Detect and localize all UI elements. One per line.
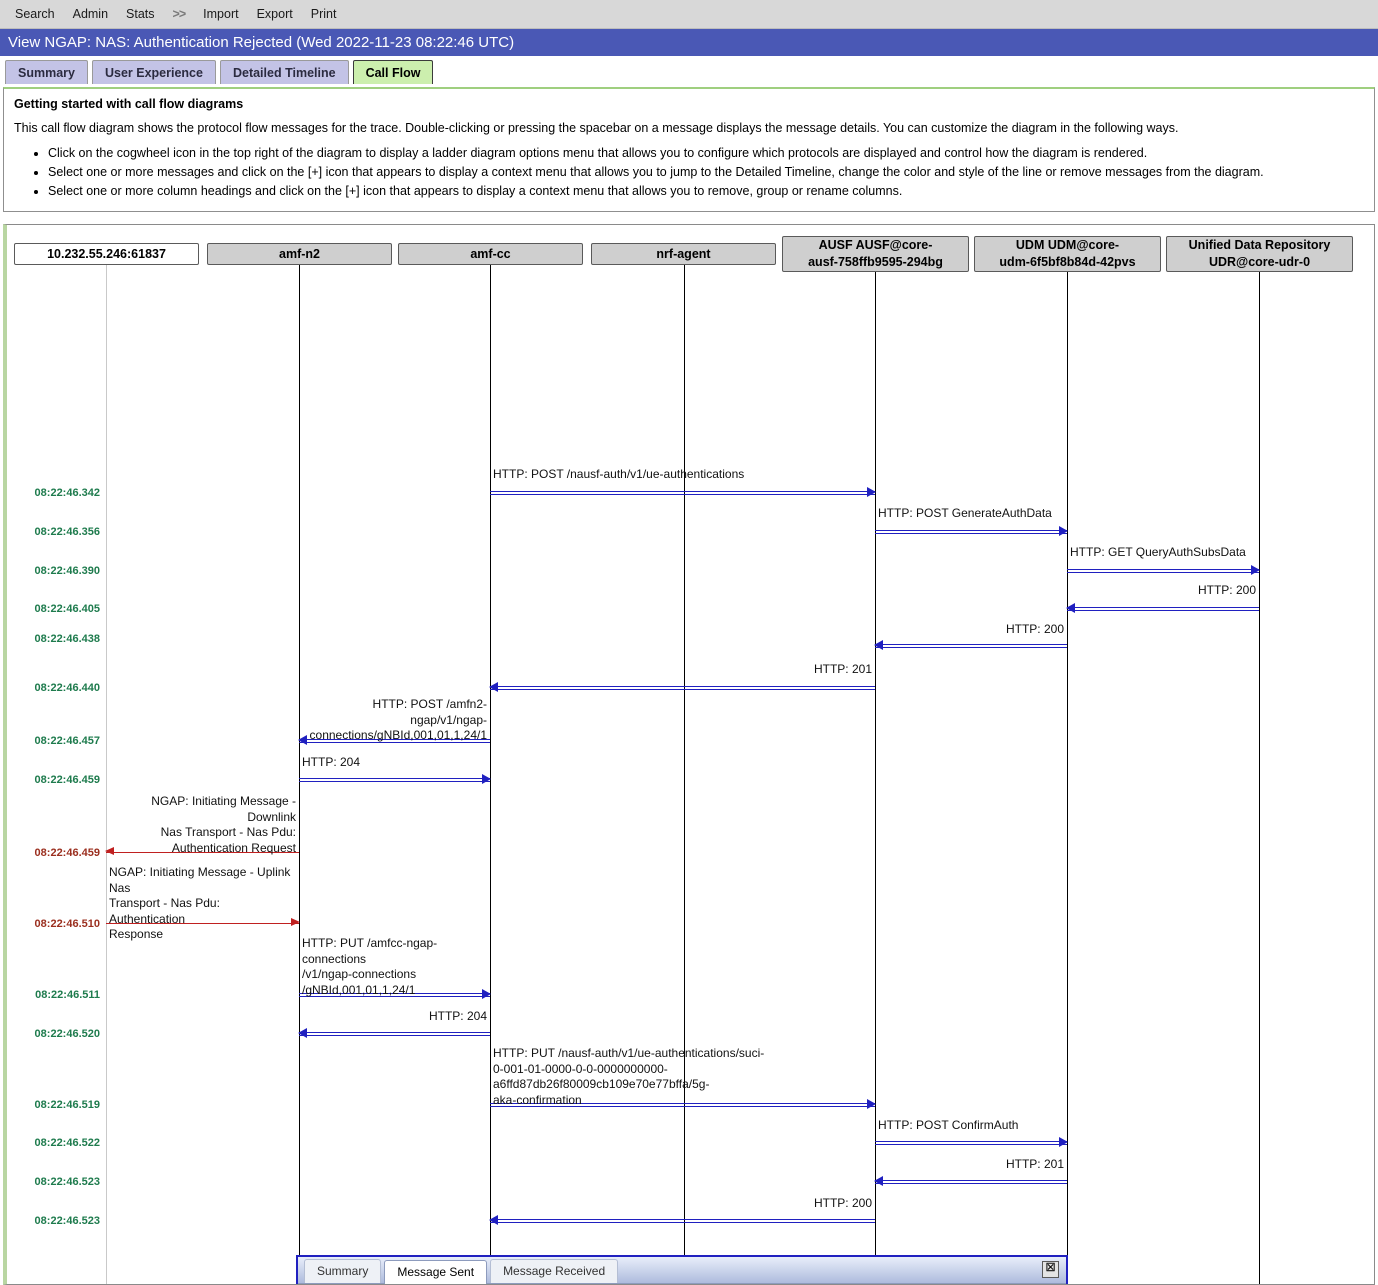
column-header-udr[interactable]: Unified Data Repository UDR@core-udr-0 [1166,236,1353,272]
message-label[interactable]: HTTP: PUT /amfcc-ngap-connections /v1/ng… [302,936,487,998]
help-intro: This call flow diagram shows the protoco… [14,121,1179,135]
message-label[interactable]: HTTP: PUT /nausf-auth/v1/ue-authenticati… [493,1046,872,1108]
menu-overflow-icon[interactable]: >> [164,5,195,23]
message-label[interactable]: HTTP: 204 [302,1009,487,1025]
message-arrow[interactable] [1066,603,1259,613]
message-arrow[interactable] [298,1028,490,1038]
menu-item-admin[interactable]: Admin [64,5,117,23]
message-arrow[interactable] [874,640,1067,650]
lifeline-nrf [684,265,685,1284]
column-header-nrf[interactable]: nrf-agent [591,243,776,265]
timestamp-label: 08:22:46.390 [34,565,100,577]
page-title-bar: View NGAP: NAS: Authentication Rejected … [0,29,1378,56]
detail-tab-message-received[interactable]: Message Received [490,1259,619,1283]
menu-item-import[interactable]: Import [194,5,247,23]
message-label[interactable]: NGAP: Initiating Message - Downlink Nas … [109,794,296,856]
column-header-cc[interactable]: amf-cc [398,243,583,265]
page-title: View NGAP: NAS: Authentication Rejected … [8,34,515,51]
message-arrow[interactable] [875,526,1068,536]
lifeline-udr [1259,272,1260,1284]
tab-detailed-timeline[interactable]: Detailed Timeline [219,60,349,84]
timestamp-label: 08:22:46.523 [34,1176,100,1188]
column-header-label: udm-6f5bf8b84d-42pvs [999,255,1136,269]
column-header-label: 10.232.55.246:61837 [47,246,166,261]
detail-tab-summary[interactable]: Summary [304,1259,382,1283]
message-label[interactable]: HTTP: POST /nausf-auth/v1/ue-authenticat… [493,467,872,483]
message-label[interactable]: HTTP: 200 [1070,583,1256,599]
timestamp-label: 08:22:46.522 [34,1137,100,1149]
column-header-label: UDR@core-udr-0 [1208,255,1311,269]
column-header-label: ausf-758ffb9595-294bg [808,255,943,269]
timestamp-label: 08:22:46.342 [34,487,100,499]
tab-call-flow[interactable]: Call Flow [352,60,434,84]
lifeline-ue [106,265,107,1284]
menu-item-stats[interactable]: Stats [117,5,164,23]
message-arrow[interactable] [874,1176,1067,1186]
column-header-label: UDM UDM@core- [1015,238,1120,252]
message-arrow[interactable] [489,1215,875,1225]
message-label[interactable]: HTTP: POST ConfirmAuth [878,1118,1064,1134]
menu-item-print[interactable]: Print [302,5,346,23]
help-heading: Getting started with call flow diagrams [14,97,244,111]
column-header-label: amf-n2 [279,246,320,261]
message-label[interactable]: HTTP: GET QueryAuthSubsData [1070,545,1256,561]
timestamp-label: 08:22:46.459 [34,847,100,859]
lifeline-udm [1067,272,1068,1284]
column-header-label: amf-cc [470,246,511,261]
timestamp-label: 08:22:46.520 [34,1028,100,1040]
message-label[interactable]: NGAP: Initiating Message - Uplink Nas Tr… [109,865,296,943]
ladder-diagram[interactable]: 10.232.55.246:61837 amf-n2 amf-cc nrf-agent… [7,225,1374,1284]
tab-summary[interactable]: Summary [5,60,88,84]
message-detail-panel[interactable]: Summary Message Sent Message Received ☒ … [296,1255,1068,1284]
timestamp-label: 08:22:46.523 [34,1215,100,1227]
menu-item-search[interactable]: Search [6,5,64,23]
message-arrow[interactable] [489,682,875,692]
help-bullet-list: Click on the cogwheel icon in the top ri… [14,144,1364,201]
message-label[interactable]: HTTP: 204 [302,755,487,771]
help-bullet: Select one or more messages and click on… [48,163,1364,182]
message-label[interactable]: HTTP: POST GenerateAuthData [878,506,1064,522]
column-header-ausf[interactable]: AUSF AUSF@core-ausf-758ffb9595-294bg [782,236,969,272]
detail-tab-message-sent[interactable]: Message Sent [384,1260,488,1284]
message-label[interactable]: HTTP: 201 [493,662,872,678]
timestamp-label: 08:22:46.405 [34,603,100,615]
tab-bar: Summary User Experience Detailed Timelin… [0,56,1378,85]
message-arrow[interactable] [490,487,876,497]
column-header-label: Unified Data Repository [1188,238,1331,252]
timestamp-label: 08:22:46.519 [34,1099,100,1111]
timestamp-label: 08:22:46.459 [34,774,100,786]
message-arrow[interactable] [299,774,491,784]
getting-started-panel: Getting started with call flow diagrams … [3,87,1375,212]
detail-tab-bar: Summary Message Sent Message Received ☒ [298,1257,1066,1284]
close-icon[interactable]: ☒ [1042,1261,1059,1278]
column-header-ue[interactable]: 10.232.55.246:61837 [14,243,199,265]
lifeline-ausf [875,272,876,1284]
message-label[interactable]: HTTP: 200 [878,622,1064,638]
help-bullet: Select one or more column headings and c… [48,182,1364,201]
column-header-label: nrf-agent [656,246,711,261]
column-header-n2[interactable]: amf-n2 [207,243,392,265]
call-flow-diagram-container[interactable]: 10.232.55.246:61837 amf-n2 amf-cc nrf-agent… [3,224,1375,1285]
column-header-label: AUSF AUSF@core- [818,238,933,252]
lifeline-n2 [299,265,300,1284]
timestamp-label: 08:22:46.440 [34,682,100,694]
message-label[interactable]: HTTP: 201 [878,1157,1064,1173]
timestamp-label: 08:22:46.457 [34,735,100,747]
message-arrow[interactable] [1067,565,1260,575]
column-header-udm[interactable]: UDM UDM@core-udm-6f5bf8b84d-42pvs [974,236,1161,272]
message-label[interactable]: HTTP: POST /amfn2-ngap/v1/ngap- connecti… [302,697,487,744]
menu-item-export[interactable]: Export [248,5,302,23]
tab-user-experience[interactable]: User Experience [91,60,216,84]
help-bullet: Click on the cogwheel icon in the top ri… [48,144,1364,163]
menu-bar: Search Admin Stats >> Import Export Prin… [0,0,1378,29]
timestamp-label: 08:22:46.438 [34,633,100,645]
timestamp-label: 08:22:46.510 [34,918,100,930]
timestamp-label: 08:22:46.356 [34,526,100,538]
message-label[interactable]: HTTP: 200 [493,1196,872,1212]
message-arrow[interactable] [875,1137,1068,1147]
timestamp-label: 08:22:46.511 [35,989,100,1001]
